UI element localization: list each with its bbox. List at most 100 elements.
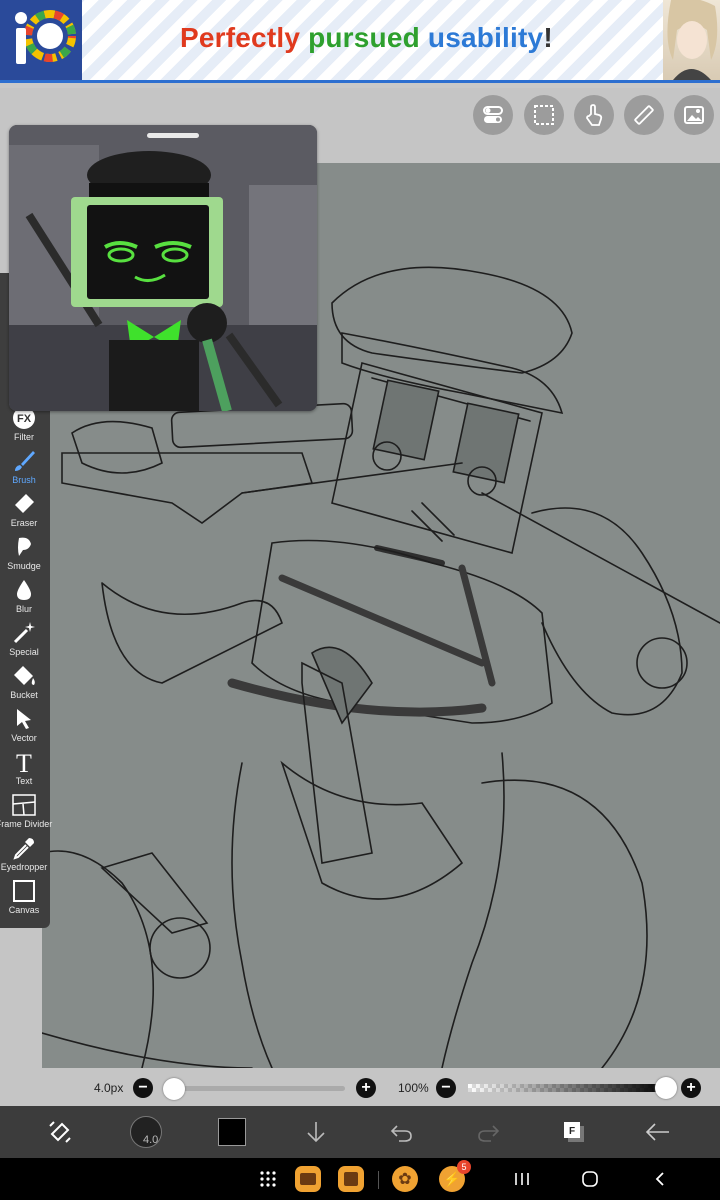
brush-size-slider[interactable] <box>163 1078 345 1100</box>
brush-size-value: 4.0px <box>94 1081 124 1095</box>
tool-filter[interactable]: FX Filter <box>0 405 48 448</box>
ad-banner[interactable]: Perfectly pursued usability! <box>0 0 720 83</box>
tool-special[interactable]: Special <box>0 620 48 663</box>
image-icon <box>684 106 704 124</box>
messenger-badge: 5 <box>457 1160 471 1174</box>
chevron-left-icon <box>655 1172 664 1186</box>
opacity-decrease-button[interactable]: − <box>436 1078 456 1098</box>
redo-button[interactable] <box>468 1106 508 1158</box>
tool-smudge[interactable]: Smudge <box>0 534 48 577</box>
system-back-button[interactable] <box>648 1158 672 1200</box>
ad-exclaim: ! <box>543 22 553 53</box>
svg-text:T: T <box>16 749 32 775</box>
canvas-icon <box>13 880 35 902</box>
tool-vector-label: Vector <box>11 733 37 743</box>
transform-icon <box>49 1121 71 1143</box>
opacity-slider[interactable] <box>468 1077 677 1099</box>
arrow-left-icon <box>645 1123 669 1141</box>
transform-button[interactable] <box>40 1106 80 1158</box>
reference-window[interactable] <box>9 125 317 411</box>
tool-canvas[interactable]: Canvas <box>0 878 48 921</box>
frame-divider-icon <box>12 794 36 816</box>
tool-frame-divider-label: Frame Divider <box>0 819 53 829</box>
brush-preview-icon: 4.0 <box>130 1116 162 1148</box>
reference-image-button[interactable] <box>674 95 714 135</box>
svg-text:FX: FX <box>17 413 32 425</box>
notes-icon <box>338 1166 364 1192</box>
tool-eraser-label: Eraser <box>10 518 38 528</box>
undo-button[interactable] <box>382 1106 422 1158</box>
tool-filter-label: Filter <box>14 432 34 442</box>
ad-headline: Perfectly pursued usability! <box>180 22 553 54</box>
tool-text-label: Text <box>15 776 33 786</box>
reference-image <box>9 125 317 411</box>
toggle-button[interactable] <box>473 95 513 135</box>
tool-vector[interactable]: Vector <box>0 706 48 749</box>
ibispaint-logo <box>0 0 82 80</box>
tool-eraser[interactable]: Eraser <box>0 491 48 534</box>
messenger-app-button[interactable]: ⚡ 5 <box>435 1158 471 1200</box>
ad-character-image <box>663 0 720 80</box>
tool-bucket-label: Bucket <box>10 690 38 700</box>
ruler-button[interactable] <box>624 95 664 135</box>
opacity-value: 100% <box>398 1081 429 1095</box>
smudge-icon <box>18 537 31 556</box>
tool-frame-divider[interactable]: Frame Divider <box>0 792 52 835</box>
home-button[interactable] <box>578 1158 602 1200</box>
divider <box>378 1171 379 1189</box>
tool-eyedropper[interactable]: Eyedropper <box>0 835 48 878</box>
opacity-increase-button[interactable]: + <box>681 1078 701 1098</box>
brush-size-button[interactable]: 4.0 <box>126 1106 166 1158</box>
notes-app-button[interactable] <box>336 1158 366 1200</box>
brush-sliders: 4.0px − + 100% − + <box>0 1070 720 1106</box>
tool-brush-label: Brush <box>12 475 36 485</box>
selection-button[interactable] <box>524 95 564 135</box>
opacity-slider-knob[interactable] <box>655 1077 677 1099</box>
blur-icon <box>17 580 31 600</box>
ad-word-1: Perfectly <box>180 22 301 53</box>
ad-word-3: usability <box>427 22 544 53</box>
brush-size-decrease-button[interactable]: − <box>133 1078 153 1098</box>
brush-icon <box>15 451 35 471</box>
tool-canvas-label: Canvas <box>8 905 40 915</box>
flower-icon: ✿ <box>392 1166 418 1192</box>
vector-icon <box>17 709 31 729</box>
tool-blur[interactable]: Blur <box>0 577 48 620</box>
toggle-icon <box>483 106 503 123</box>
special-icon <box>13 622 35 644</box>
tool-special-label: Special <box>9 647 39 657</box>
layers-icon: F <box>564 1122 584 1142</box>
recents-icon <box>515 1173 529 1185</box>
files-app-button[interactable] <box>293 1158 323 1200</box>
tool-blur-label: Blur <box>15 604 32 614</box>
reference-drag-handle[interactable] <box>147 133 199 138</box>
tool-bucket[interactable]: Bucket <box>0 663 48 706</box>
layers-button[interactable]: F <box>554 1106 594 1158</box>
tool-smudge-label: Smudge <box>7 561 41 571</box>
redo-icon <box>478 1125 500 1142</box>
color-button[interactable] <box>212 1106 252 1158</box>
selection-icon <box>534 105 554 125</box>
app-drawer-button[interactable] <box>256 1158 280 1200</box>
arrow-down-icon <box>307 1122 325 1143</box>
bucket-icon <box>14 666 35 685</box>
brush-size-increase-button[interactable]: + <box>356 1078 376 1098</box>
grid-icon <box>260 1171 276 1187</box>
tool-brush[interactable]: Brush <box>0 448 48 491</box>
download-button[interactable] <box>296 1106 336 1158</box>
recent-apps-button[interactable] <box>510 1158 534 1200</box>
tool-text[interactable]: T Text <box>0 749 48 792</box>
ruler-icon <box>634 105 654 125</box>
touch-button[interactable] <box>574 95 614 135</box>
messenger-icon: ⚡ 5 <box>439 1160 471 1192</box>
undo-icon <box>390 1125 412 1142</box>
flower-app-button[interactable]: ✿ <box>390 1158 420 1200</box>
eyedropper-icon <box>13 838 34 860</box>
ad-word-2: pursued <box>308 22 420 53</box>
eraser-icon <box>15 494 34 513</box>
tool-eyedropper-label: Eyedropper <box>0 862 48 872</box>
brush-size-slider-knob[interactable] <box>163 1078 185 1100</box>
system-navigation-bar: ✿ ⚡ 5 <box>0 1158 720 1200</box>
brush-size-badge: 4.0 <box>143 1134 159 1146</box>
back-button[interactable] <box>638 1106 678 1158</box>
